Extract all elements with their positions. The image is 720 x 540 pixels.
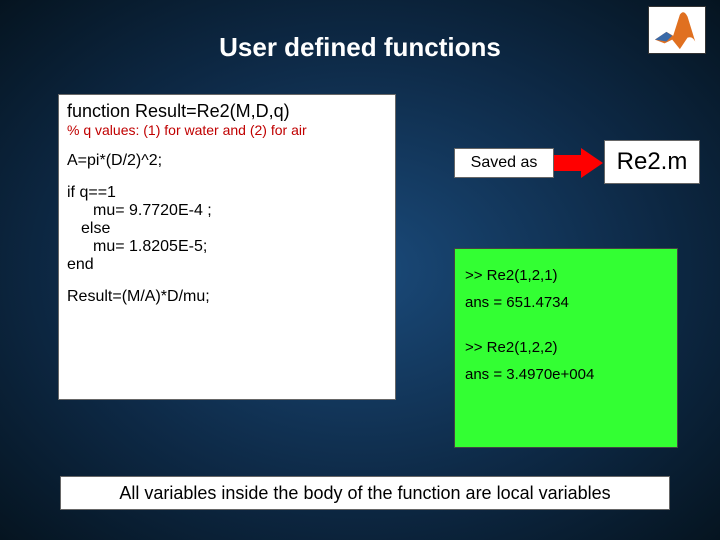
code-signature: function Result=Re2(M,D,q) (67, 101, 387, 122)
code-end: end (67, 256, 387, 274)
code-else: else (67, 220, 387, 238)
output-ans-1: ans = 651.4734 (465, 294, 667, 311)
code-result: Result=(M/A)*D/mu; (67, 288, 387, 306)
command-output-box: >> Re2(1,2,1) ans = 651.4734 >> Re2(1,2,… (454, 248, 678, 448)
output-ans-2: ans = 3.4970e+004 (465, 366, 667, 383)
output-call-2: >> Re2(1,2,2) (465, 339, 667, 356)
code-comment: % q values: (1) for water and (2) for ai… (67, 122, 387, 138)
slide-title: User defined functions (0, 32, 720, 63)
footer-note: All variables inside the body of the fun… (60, 476, 670, 510)
code-mu-water: mu= 9.7720E-4 ; (67, 202, 387, 220)
code-line-A: A=pi*(D/2)^2; (67, 152, 387, 170)
code-if: if q==1 (67, 184, 387, 202)
function-code-box: function Result=Re2(M,D,q) % q values: (… (58, 94, 396, 400)
arrow-right-icon (554, 150, 604, 176)
output-call-1: >> Re2(1,2,1) (465, 267, 667, 284)
code-mu-air: mu= 1.8205E-5; (67, 238, 387, 256)
saved-as-label: Saved as (454, 148, 554, 178)
filename-box: Re2.m (604, 140, 700, 184)
